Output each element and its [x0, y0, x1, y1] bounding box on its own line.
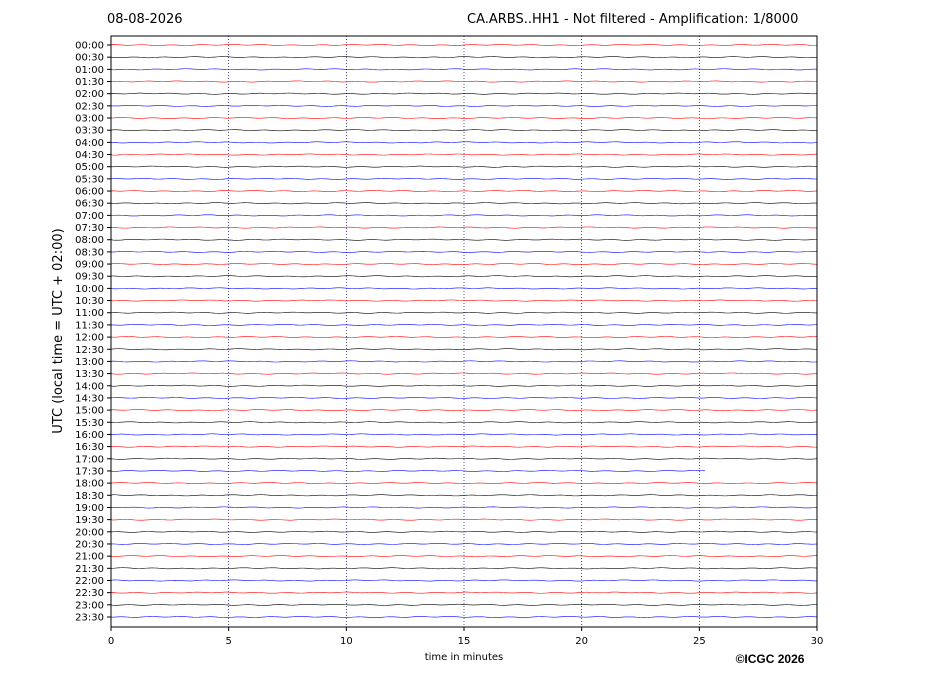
y-tick-label: 09:30 [75, 272, 104, 283]
trace-2230 [110, 591, 818, 594]
x-tick-layer: 0 5 10 15 20 25 30 [108, 627, 824, 647]
trace-0430 [110, 153, 818, 156]
y-tick-label: 19:00 [75, 503, 104, 514]
y-tick-label: 16:30 [75, 442, 104, 453]
y-tick-label: 16:00 [75, 430, 104, 441]
y-tick-label: 03:00 [75, 114, 104, 125]
trace-2330 [110, 616, 818, 618]
y-tick-label: 21:00 [75, 552, 104, 563]
y-tick-label: 02:30 [75, 101, 104, 112]
y-tick-label: 05:30 [75, 174, 104, 185]
y-tick-label: 07:00 [75, 211, 104, 222]
y-axis-label: UTC (local time = UTC + 02:00) [51, 228, 66, 433]
y-tick-label: 08:00 [75, 235, 104, 246]
y-tick-label: 22:00 [75, 576, 104, 587]
x-tick-label: 15 [458, 636, 471, 647]
x-tick-label: 5 [225, 636, 231, 647]
y-tick-label: 08:30 [75, 247, 104, 258]
y-tick-label: 20:00 [75, 527, 104, 538]
y-tick-label: 20:30 [75, 539, 104, 550]
trace-1300 [110, 360, 818, 363]
trace-0730 [110, 226, 818, 229]
y-tick-label: 09:00 [75, 260, 104, 271]
trace-0630 [110, 202, 818, 205]
y-tick-label: 17:00 [75, 454, 104, 465]
y-tick-label: 06:00 [75, 187, 104, 198]
x-tick-label: 25 [693, 636, 706, 647]
y-tick-label: 04:00 [75, 138, 104, 149]
y-tick-label: 14:00 [75, 381, 104, 392]
trace-1600 [110, 433, 818, 436]
trace-2030 [110, 543, 818, 545]
trace-2200 [110, 579, 818, 582]
y-tick-label: 15:30 [75, 418, 104, 429]
x-tick-label: 0 [108, 636, 114, 647]
helicorder-chart: 00:0000:3001:0001:3002:0002:30 03:0003:30… [51, 35, 824, 666]
trace-1530 [110, 421, 818, 424]
y-tick-label: 12:00 [75, 333, 104, 344]
trace-0500 [110, 165, 818, 168]
y-tick-label: 00:30 [75, 53, 104, 64]
y-tick-label: 10:30 [75, 296, 104, 307]
trace-1730 [110, 470, 706, 472]
x-axis-label: time in minutes [425, 652, 504, 663]
y-tick-label: 11:30 [75, 320, 104, 331]
trace-2300 [110, 603, 818, 606]
y-tick-label: 00:00 [75, 41, 104, 52]
copyright: ©ICGC 2026 [736, 652, 805, 666]
trace-0830 [110, 250, 818, 253]
x-tick-label: 30 [811, 636, 824, 647]
trace-1130 [110, 324, 818, 326]
y-tick-label: 23:00 [75, 600, 104, 611]
y-tick-label: 01:00 [75, 65, 104, 76]
trace-1330 [110, 372, 818, 375]
plot-frame [110, 35, 818, 628]
x-tick-label: 10 [340, 636, 353, 647]
y-tick-label: 17:30 [75, 466, 104, 477]
trace-0400 [110, 141, 818, 144]
trace-1830 [110, 494, 818, 497]
y-tick-layer: 00:0000:3001:0001:3002:0002:30 03:0003:30… [75, 41, 111, 623]
y-tick-label: 19:30 [75, 515, 104, 526]
y-tick-label: 02:00 [75, 89, 104, 100]
y-tick-label: 01:30 [75, 77, 104, 88]
y-tick-label: 14:30 [75, 393, 104, 404]
y-tick-label: 11:00 [75, 308, 104, 319]
trace-0600 [110, 190, 818, 192]
y-tick-label: 13:00 [75, 357, 104, 368]
y-tick-label: 03:30 [75, 126, 104, 137]
trace-1430 [110, 397, 818, 399]
y-tick-label: 18:00 [75, 479, 104, 490]
y-tick-label: 13:30 [75, 369, 104, 380]
y-tick-label: 15:00 [75, 406, 104, 417]
y-tick-label: 12:30 [75, 345, 104, 356]
y-tick-label: 23:30 [75, 612, 104, 623]
y-tick-label: 06:30 [75, 199, 104, 210]
x-tick-label: 20 [575, 636, 588, 647]
y-tick-label: 10:00 [75, 284, 104, 295]
y-tick-label: 22:30 [75, 588, 104, 599]
trace-0700 [110, 214, 818, 217]
y-tick-label: 07:30 [75, 223, 104, 234]
y-tick-label: 18:30 [75, 491, 104, 502]
trace-1400 [110, 384, 818, 387]
y-tick-label: 05:00 [75, 162, 104, 173]
y-tick-label: 21:30 [75, 564, 104, 575]
trace-0530 [110, 177, 818, 180]
grid-layer [228, 36, 700, 627]
trace-1500 [110, 409, 818, 412]
y-tick-label: 04:30 [75, 150, 104, 161]
